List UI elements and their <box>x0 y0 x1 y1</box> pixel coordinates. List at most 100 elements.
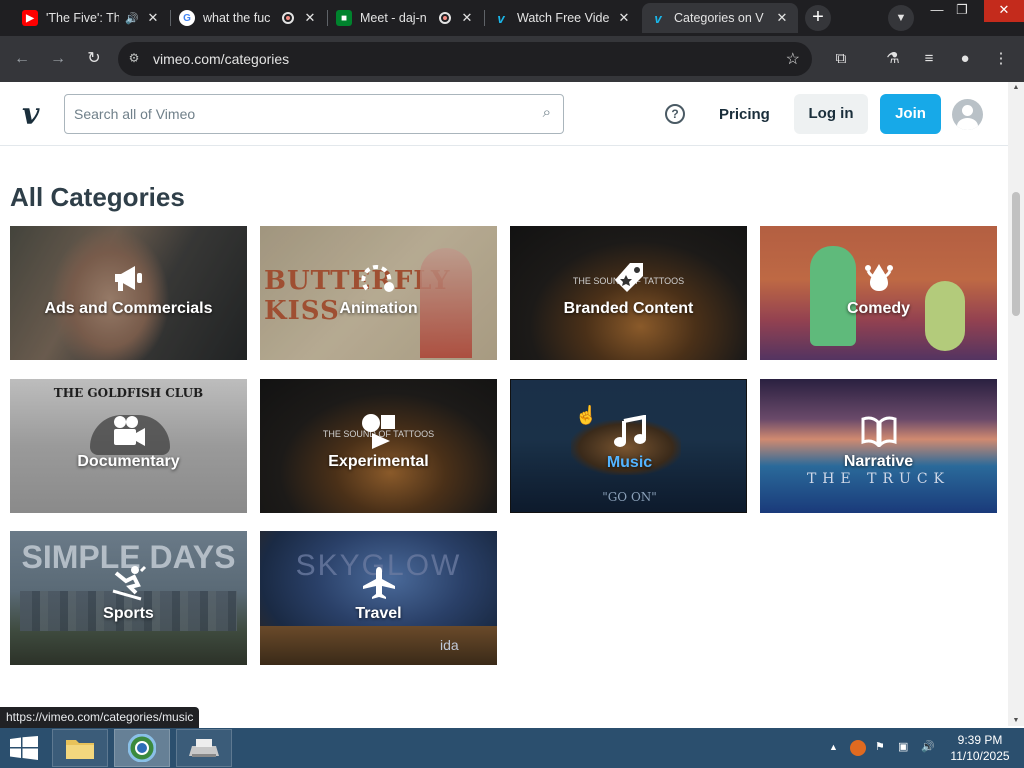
menu-kebab-icon[interactable]: ⋮ <box>990 48 1012 70</box>
new-tab-button[interactable]: + <box>805 5 831 31</box>
restore-button[interactable]: ❐ <box>945 0 979 22</box>
youtube-icon: ▶ <box>22 10 38 26</box>
thumbnail-title-text: "GO ON" <box>602 490 657 504</box>
category-card-comedy[interactable]: Comedy <box>760 226 997 360</box>
shapes-icon <box>260 411 497 451</box>
close-tab-icon[interactable]: ✕ <box>145 10 161 26</box>
os-taskbar: ▲ ⚑ ▣ 🔊 9:39 PM 11/10/2025 <box>0 728 1024 768</box>
category-label: Sports <box>103 605 154 622</box>
tab-categories-active[interactable]: v Categories on V ✕ <box>642 3 798 33</box>
music-note-icon <box>511 412 746 452</box>
media-queue-icon[interactable]: ≡ <box>918 48 940 70</box>
extensions-icon[interactable]: ⧉ <box>830 48 852 70</box>
scroll-down-icon[interactable]: ▼ <box>1012 717 1020 724</box>
search-input[interactable] <box>65 95 505 133</box>
hand-cursor-icon: ☝ <box>575 405 598 425</box>
recording-icon <box>282 12 294 24</box>
tab-the-five[interactable]: ▶ 'The Five': Th 🔊 ✕ <box>14 3 169 33</box>
help-icon[interactable]: ? <box>665 104 685 124</box>
profile-icon[interactable]: ● <box>954 48 976 70</box>
thumbnail-title-text: THE TRUCK <box>806 471 951 487</box>
animation-icon <box>260 258 497 298</box>
forward-button[interactable]: → <box>46 47 70 71</box>
jester-hat-icon <box>760 258 997 298</box>
network-icon[interactable]: ▣ <box>898 740 908 753</box>
tray-app-icon[interactable] <box>850 740 866 756</box>
scrollbar-thumb[interactable] <box>1012 192 1020 316</box>
category-card-animation[interactable]: BUTTERFLY KISS Animation <box>260 226 497 360</box>
vimeo-icon: v <box>497 10 505 26</box>
airplane-icon <box>260 563 497 603</box>
chrome-taskbar-button[interactable] <box>114 729 170 767</box>
vimeo-logo-icon[interactable]: v <box>22 97 39 132</box>
recording-icon <box>439 12 451 24</box>
close-tab-icon[interactable]: ✕ <box>459 10 475 26</box>
link-status-bar: https://vimeo.com/categories/music <box>0 707 200 728</box>
category-card-documentary[interactable]: THE GOLDFISH CLUB Documentary <box>10 379 247 513</box>
category-label: Narrative <box>843 453 914 470</box>
volume-icon[interactable]: 🔊 <box>921 740 935 753</box>
close-tab-icon[interactable]: ✕ <box>302 10 318 26</box>
scanner-icon <box>189 739 219 757</box>
browser-tab-strip: ▶ 'The Five': Th 🔊 ✕ G what the fuc ✕ ■ … <box>0 0 1024 36</box>
meet-icon: ■ <box>336 10 352 26</box>
clock-date: 11/10/2025 <box>950 749 1010 763</box>
category-label: Comedy <box>846 300 911 317</box>
google-icon: G <box>179 10 195 26</box>
reload-button[interactable]: ↻ <box>82 47 106 71</box>
category-label: Branded Content <box>563 300 694 317</box>
tray-overflow-icon[interactable]: ▲ <box>829 742 838 752</box>
tag-icon <box>510 258 747 298</box>
thumbnail-logo-text: ida <box>440 637 459 653</box>
category-card-music[interactable]: "GO ON" Music ☝ <box>510 379 747 513</box>
tab-google-search[interactable]: G what the fuc ✕ <box>171 3 326 33</box>
category-card-branded[interactable]: THE SOUND OF TATTOOS Branded Content <box>510 226 747 360</box>
labs-flask-icon[interactable]: ⚗ <box>882 48 904 70</box>
tab-search-button[interactable]: ▼ <box>888 5 914 31</box>
url-text[interactable]: vimeo.com/categories <box>153 51 289 67</box>
join-button[interactable]: Join <box>880 94 941 134</box>
thumbnail-ground <box>260 626 497 665</box>
category-label: Documentary <box>77 453 180 470</box>
action-center-flag-icon[interactable]: ⚑ <box>875 740 885 753</box>
close-window-button[interactable]: ✕ <box>984 0 1024 22</box>
tab-google-meet[interactable]: ■ Meet - daj-n ✕ <box>328 3 483 33</box>
thumbnail-title-text: THE GOLDFISH CLUB <box>53 386 204 400</box>
speaker-icon[interactable]: 🔊 <box>125 12 139 25</box>
close-tab-icon[interactable]: ✕ <box>616 10 632 26</box>
avatar[interactable] <box>952 99 983 130</box>
category-label: Animation <box>339 300 418 317</box>
category-card-ads[interactable]: Ads and Commercials <box>10 226 247 360</box>
skier-icon <box>10 563 247 603</box>
vimeo-page: v ⌕ ? Pricing Log in Join All Categories… <box>0 82 1008 726</box>
category-label: Ads and Commercials <box>44 300 213 317</box>
category-card-experimental[interactable]: THE SOUND OF TATTOOS Experimental <box>260 379 497 513</box>
system-clock[interactable]: 9:39 PM 11/10/2025 <box>940 732 1020 764</box>
category-label: Travel <box>355 605 402 622</box>
bookmark-star-icon[interactable]: ☆ <box>786 49 800 69</box>
clock-time: 9:39 PM <box>957 733 1003 747</box>
pricing-link[interactable]: Pricing <box>719 106 770 123</box>
category-card-narrative[interactable]: THE TRUCK Narrative <box>760 379 997 513</box>
category-card-sports[interactable]: SIMPLE DAYS Sports <box>10 531 247 665</box>
page-scrollbar[interactable]: ▲ ▼ <box>1008 82 1024 726</box>
file-explorer-taskbar-button[interactable] <box>52 729 108 767</box>
back-button[interactable]: ← <box>10 47 34 71</box>
page-title: All Categories <box>10 182 185 212</box>
windows-start-icon[interactable] <box>10 736 38 760</box>
address-bar[interactable]: ⚙ vimeo.com/categories ☆ <box>118 42 812 76</box>
vimeo-icon: v <box>654 10 662 26</box>
search-box[interactable]: ⌕ <box>64 94 564 134</box>
login-button[interactable]: Log in <box>794 94 868 134</box>
browser-toolbar: ← → ↻ ⚙ vimeo.com/categories ☆ ⧉ ⚗ ≡ ● ⋮ <box>0 36 1024 82</box>
scroll-up-icon[interactable]: ▲ <box>1012 84 1020 91</box>
close-tab-icon[interactable]: ✕ <box>774 10 790 26</box>
category-card-travel[interactable]: SKYGLOW ida Travel <box>260 531 497 665</box>
search-icon[interactable]: ⌕ <box>543 104 551 121</box>
scanner-taskbar-button[interactable] <box>176 729 232 767</box>
folder-icon <box>66 740 94 759</box>
megaphone-icon <box>10 258 247 298</box>
category-label: Music <box>606 454 653 471</box>
site-info-icon[interactable]: ⚙ <box>126 51 142 67</box>
tab-watch-free-videos[interactable]: v Watch Free Vide ✕ <box>485 3 640 33</box>
